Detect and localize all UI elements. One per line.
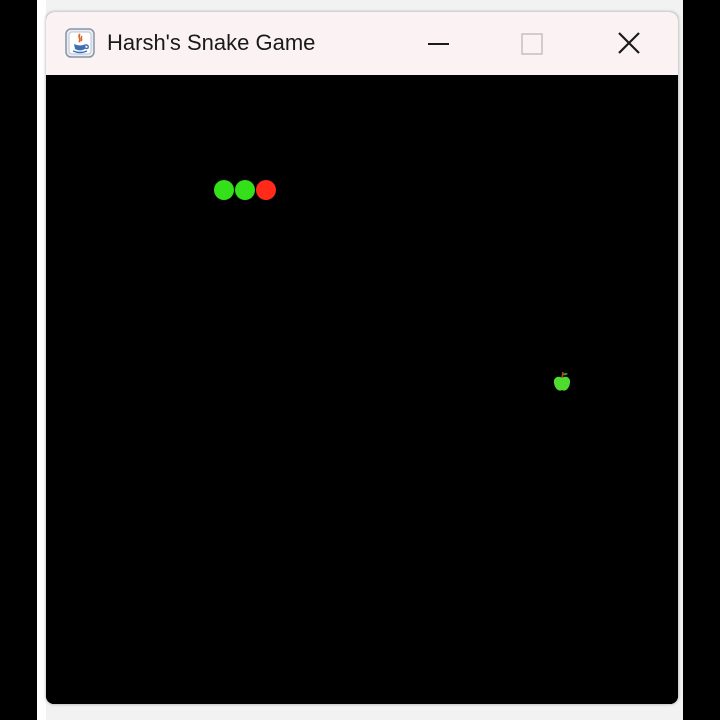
maximize-icon xyxy=(521,33,543,55)
close-button[interactable] xyxy=(609,24,649,64)
maximize-button[interactable] xyxy=(512,24,552,64)
close-icon xyxy=(618,32,640,54)
game-window: Harsh's Snake Game xyxy=(46,12,678,704)
game-board[interactable] xyxy=(46,75,678,704)
snake-body-segment xyxy=(214,180,234,200)
minimize-button[interactable] xyxy=(418,24,458,64)
window-title: Harsh's Snake Game xyxy=(107,30,316,55)
snake-body-segment xyxy=(235,180,255,200)
snake-head xyxy=(256,180,276,200)
background-editor-strip xyxy=(37,0,46,720)
minimize-icon xyxy=(428,43,449,45)
java-app-icon xyxy=(64,27,96,59)
title-bar[interactable]: Harsh's Snake Game xyxy=(46,12,678,75)
apple-icon xyxy=(550,370,574,394)
